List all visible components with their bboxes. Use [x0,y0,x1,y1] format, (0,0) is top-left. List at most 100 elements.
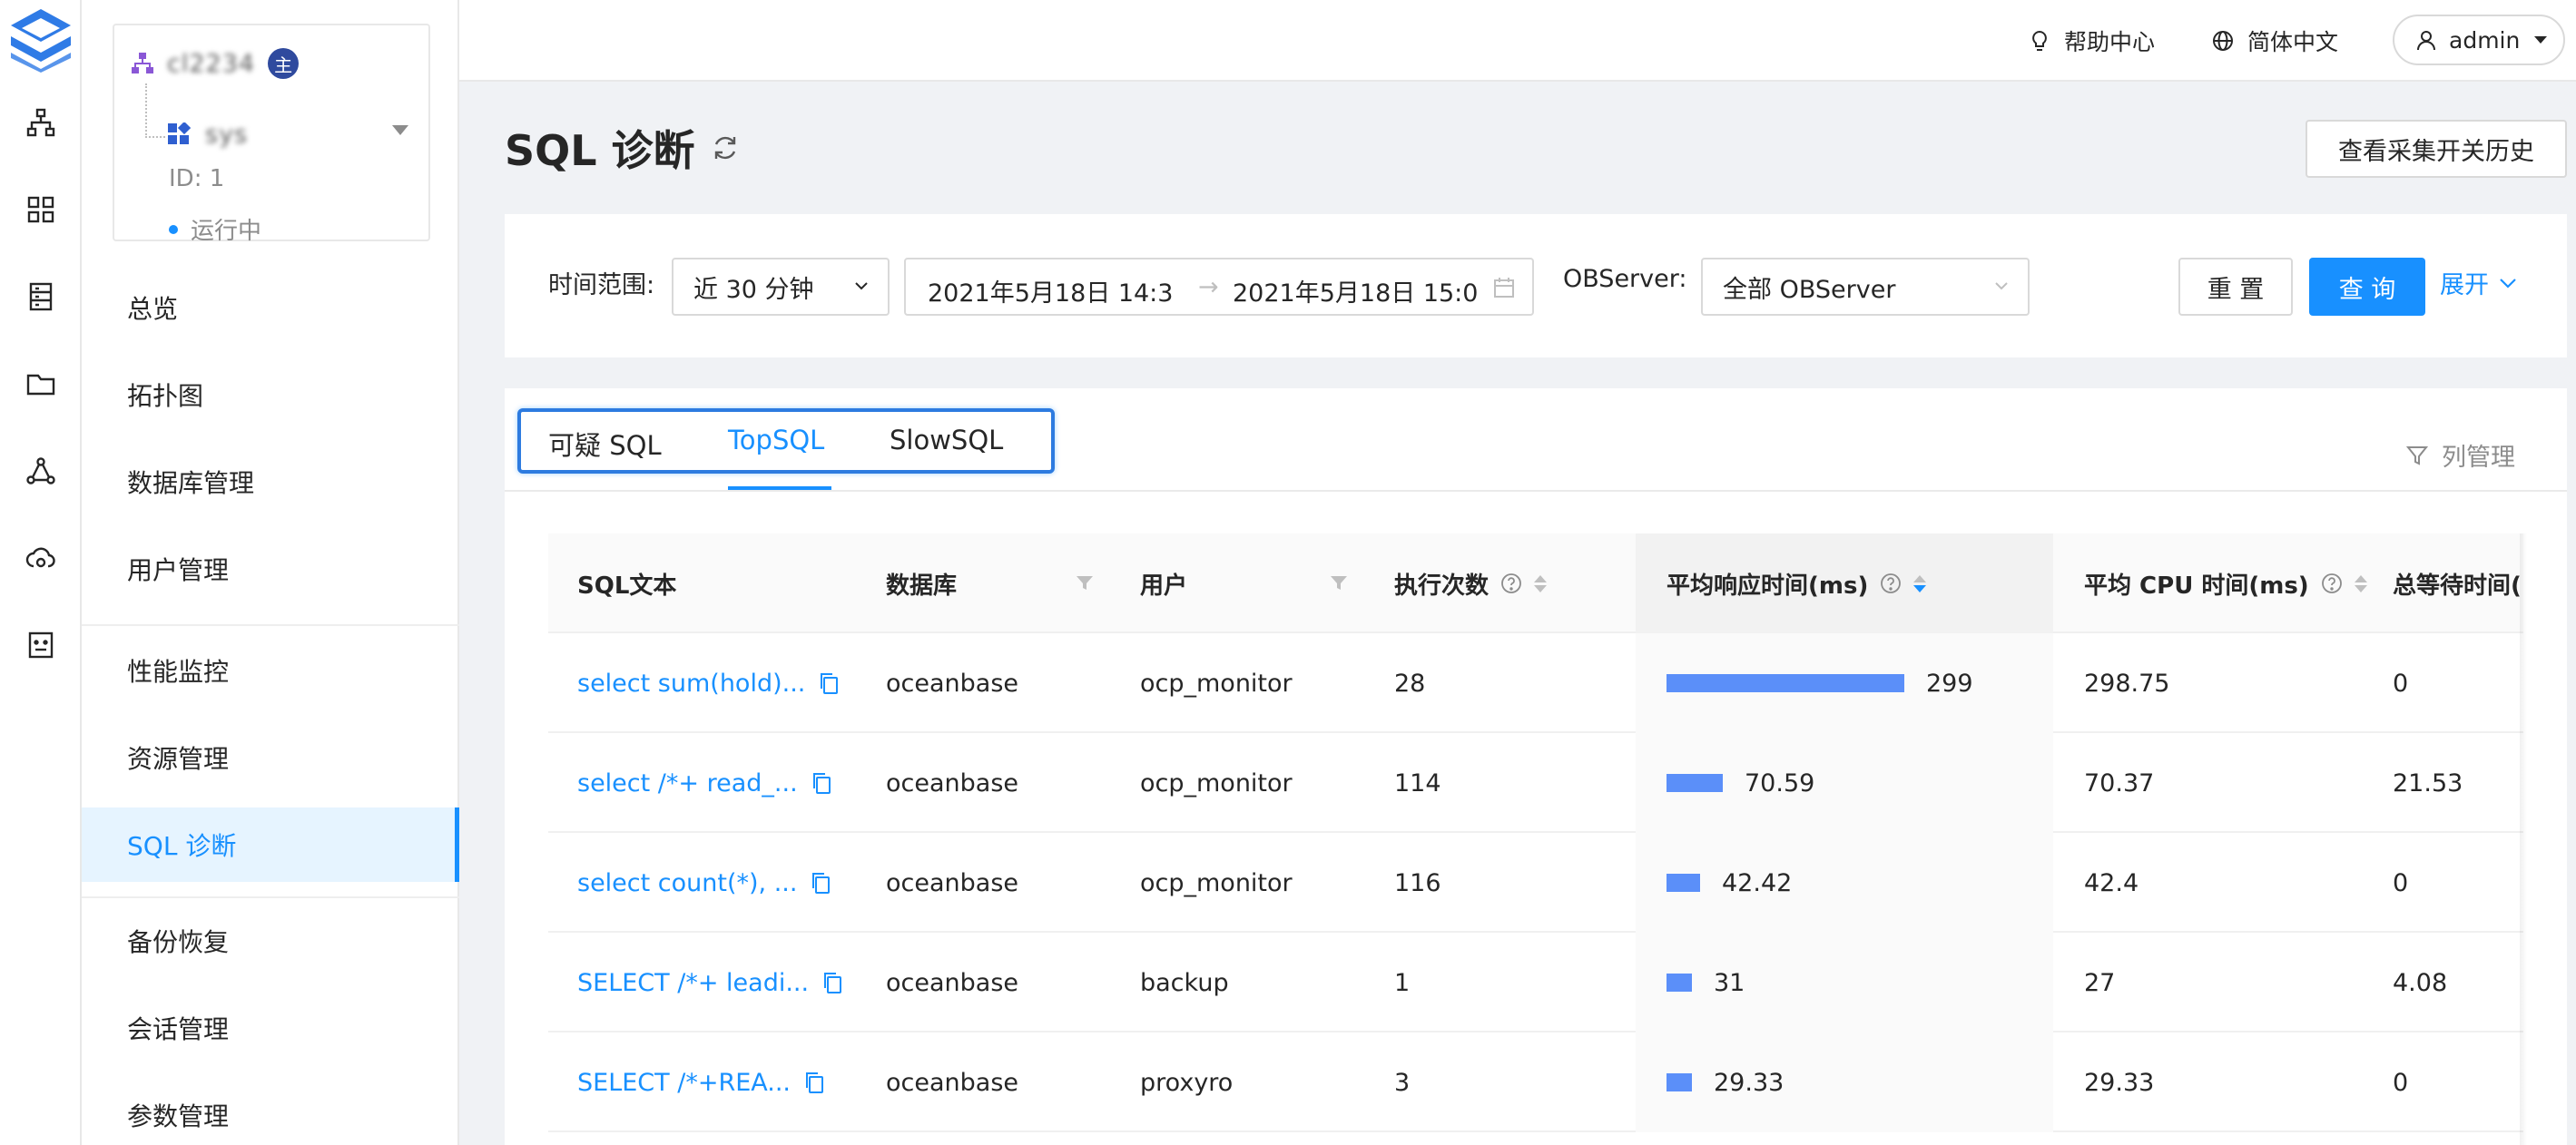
table-row[interactable]: SELECT /*+REA... oceanbase proxyro 3 29.… [548,1032,2523,1132]
copy-icon[interactable] [821,971,843,994]
sql-text-link[interactable]: SELECT /*+REA... [577,1069,791,1097]
grid-icon[interactable] [20,189,62,230]
sidebar-item-database[interactable]: 数据库管理 [82,445,459,519]
column-manager-label: 列管理 [2442,444,2515,472]
sidebar-item-label: 用户管理 [127,555,230,585]
table-row[interactable]: select count(*), ... oceanbase ocp_monit… [548,833,2523,933]
observer-label: OBServer: [1563,265,1687,293]
exec-count-value: 1 [1394,968,1411,997]
database-value: oceanbase [886,768,1018,798]
tab-suspicious-sql[interactable]: 可疑 SQL [548,425,662,463]
avg-cpu-time-value: 70.37 [2084,768,2155,798]
column-manager-button[interactable]: 列管理 [2405,437,2515,473]
avg-cpu-time-cell: 42.4 [2084,833,2138,933]
column-header-exec-count[interactable]: 执行次数 [1394,533,1548,633]
sidebar-item-parameters[interactable]: 参数管理 [82,1078,459,1145]
main-badge: 主 [268,48,300,79]
sidebar-item-resources[interactable]: 资源管理 [82,720,459,795]
copy-icon[interactable] [803,1071,825,1094]
icon-rail [0,0,82,1145]
table-row[interactable]: SELECT /*+ leadi... oceanbase backup 1 3… [548,933,2523,1032]
sidebar-item-backup[interactable]: 备份恢复 [82,904,459,978]
column-filter-icon[interactable] [1329,573,1349,593]
sql-text-link[interactable]: select /*+ read_... [577,769,798,798]
sql-text-cell[interactable]: SELECT /*+REA... [577,1032,825,1132]
database-icon[interactable] [20,276,62,318]
column-header-label: 数据库 [886,572,958,600]
collection-history-button[interactable]: 查看采集开关历史 [2306,120,2567,178]
help-center-link[interactable]: 帮助中心 [2028,20,2155,62]
range-start[interactable]: 2021年5月18日 14:3 [928,273,1182,308]
sort-icon[interactable] [2354,574,2367,592]
observer-value: 全部 OBServer [1723,275,1896,304]
folder-icon[interactable] [20,363,62,405]
robot-icon[interactable] [20,624,62,666]
avg-cpu-time-value: 29.33 [2084,1068,2155,1097]
expand-filters-button[interactable]: 展开 [2440,265,2518,300]
column-header-user: 用户 [1140,533,1187,633]
sql-text-cell[interactable]: select /*+ read_... [577,733,832,833]
avg-response-time-value: 70.59 [1745,768,1815,798]
cloud-icon[interactable] [20,537,62,579]
column-filter-icon[interactable] [1075,573,1095,593]
sidebar-item-overview[interactable]: 总览 [82,270,459,345]
cluster-selector[interactable]: cl2234 主 sys ID: 1 运行中 [113,24,430,245]
sidebar-item-users[interactable]: 用户管理 [82,532,459,606]
copy-icon[interactable] [811,771,832,795]
chevron-down-icon[interactable] [392,125,408,135]
avg-cpu-time-cell: 27 [2084,933,2115,1032]
logo-icon[interactable] [7,5,74,73]
sidebar-item-label: 拓扑图 [127,381,204,411]
help-icon[interactable] [1879,572,1903,595]
user-menu[interactable]: admin [2393,15,2565,65]
tab-active-indicator [728,486,831,490]
column-header-total-wait-time[interactable]: 总等待时间( [2393,533,2522,633]
sql-text-cell[interactable]: select count(*), ... [577,833,831,933]
refresh-icon[interactable] [710,132,741,163]
help-icon[interactable] [1499,572,1523,595]
avg-response-time-cell: 31 [1636,933,2053,1032]
sort-icon[interactable] [1913,574,1927,592]
user-cell: backup [1140,933,1229,1032]
column-header-avg-cpu-time[interactable]: 平均 CPU 时间(ms) [2084,533,2367,633]
sql-text-link[interactable]: select count(*), ... [577,869,797,897]
date-range-picker[interactable]: 2021年5月18日 14:3 → 2021年5月18日 15:0 [904,258,1534,316]
table-row[interactable]: select /*+ read_... oceanbase ocp_monito… [548,733,2523,833]
sql-text-link[interactable]: SELECT /*+ leadi... [577,969,809,997]
chevron-down-icon [1995,282,2008,290]
filter-icon [2405,445,2429,465]
sidebar-item-label: SQL 诊断 [127,831,237,861]
query-button[interactable]: 查 询 [2309,258,2425,316]
time-range-select[interactable]: 近 30 分钟 [672,258,890,316]
avg-response-time-cell: 42.42 [1636,833,2053,933]
column-header-avg-response-time[interactable]: 平均响应时间(ms) [1636,533,2053,633]
copy-icon[interactable] [810,871,831,895]
avg-cpu-time-cell: 70.37 [2084,733,2154,833]
sidebar-item-topology[interactable]: 拓扑图 [82,357,459,432]
table-row[interactable]: select sum(hold)... oceanbase ocp_monito… [548,633,2523,733]
exec-count-cell: 3 [1394,1032,1410,1132]
sidebar-item-performance[interactable]: 性能监控 [82,633,459,708]
sidebar-item-sql-diagnosis[interactable]: SQL 诊断 [82,807,459,882]
avg-response-time-value: 31 [1714,968,1745,997]
status-dot [169,224,178,234]
user-cell: ocp_monitor [1140,633,1293,733]
tab-slow-sql[interactable]: SlowSQL [890,425,1003,455]
topology-icon[interactable] [20,102,62,143]
sidebar-item-sessions[interactable]: 会话管理 [82,991,459,1065]
range-end[interactable]: 2021年5月18日 15:0 [1233,273,1485,308]
sql-text-cell[interactable]: select sum(hold)... [577,633,840,733]
user-value: ocp_monitor [1140,868,1293,897]
cluster-node-icon[interactable] [20,450,62,492]
expand-label: 展开 [2440,271,2489,299]
column-header-label: 总等待时间( [2393,572,2522,600]
sql-text-link[interactable]: select sum(hold)... [577,670,805,698]
reset-button[interactable]: 重 置 [2178,258,2293,316]
tab-top-sql[interactable]: TopSQL [728,425,824,455]
language-switch[interactable]: 简体中文 [2211,20,2338,62]
sql-text-cell[interactable]: SELECT /*+ leadi... [577,933,843,1032]
sort-icon[interactable] [1534,574,1548,592]
observer-select[interactable]: 全部 OBServer [1701,258,2030,316]
copy-icon[interactable] [818,671,840,695]
help-icon[interactable] [2320,572,2344,595]
